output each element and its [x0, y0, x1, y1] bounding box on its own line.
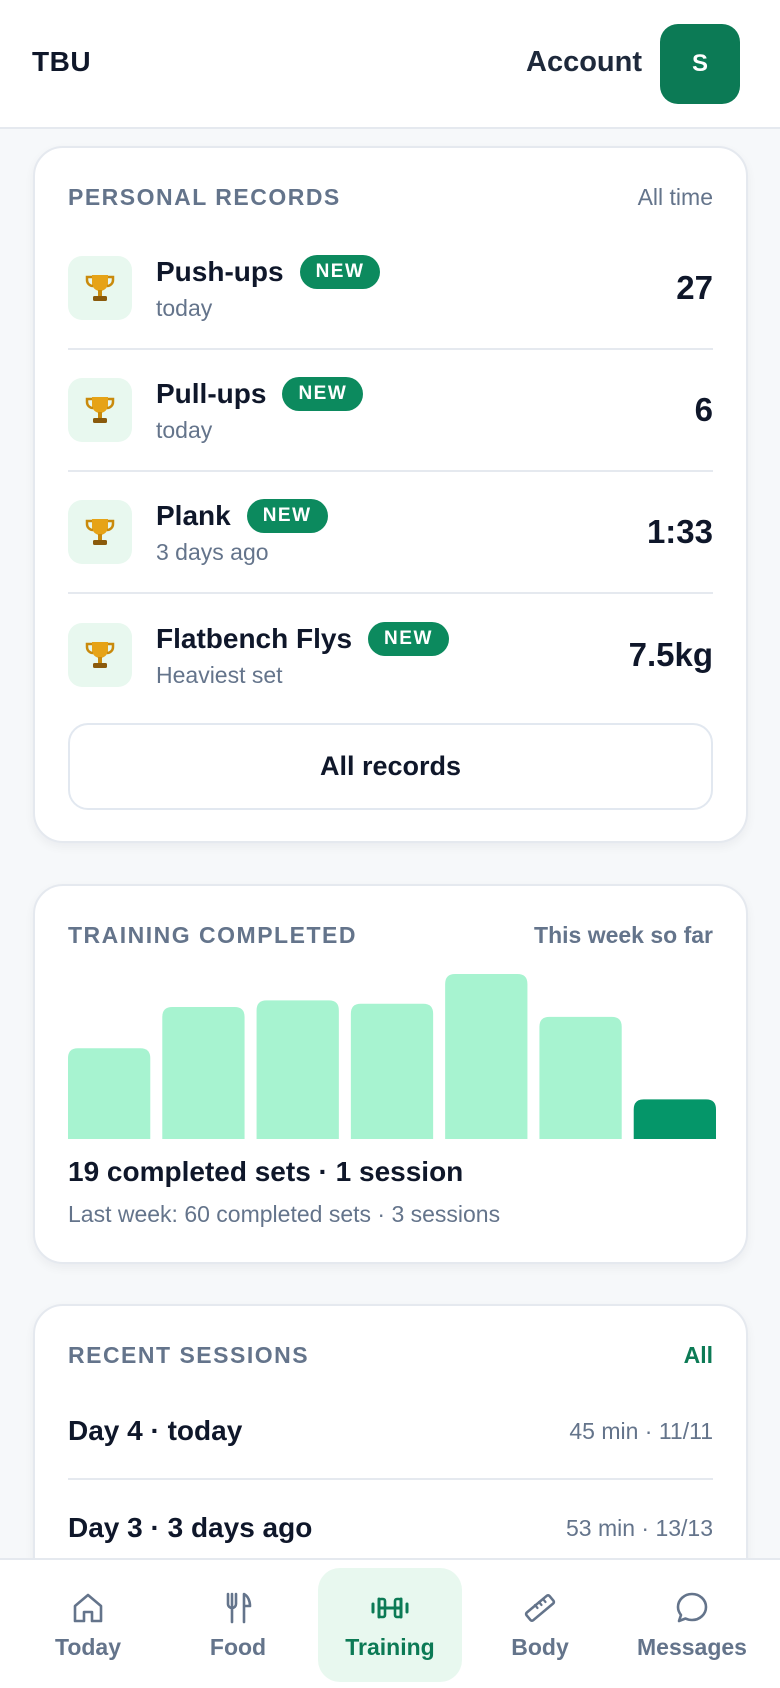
weekly-sets-chart	[68, 974, 716, 1139]
fork-knife-icon	[226, 1592, 252, 1623]
trophy-icon	[68, 256, 132, 320]
record-name: Push-ups	[156, 255, 284, 287]
sets-summary: 19 completed sets · 1 session	[68, 1156, 464, 1187]
nav-label: Body	[511, 1633, 569, 1660]
nav-label: Today	[54, 1633, 122, 1660]
session-meta: 45 min · 11/11	[569, 1417, 713, 1444]
record-value: 7.5kg	[628, 636, 713, 673]
record-text: Pull-ups NEW today	[156, 376, 695, 444]
nav-item-training[interactable]: Training	[318, 1568, 462, 1682]
record-name: Plank	[156, 499, 231, 531]
record-row[interactable]: Flatbench Flys NEW Heaviest set 7.5kg	[68, 594, 713, 716]
recent-sessions-title: RECENT SESSIONS	[68, 1341, 310, 1368]
dumbbell-icon	[371, 1597, 409, 1618]
record-text: Push-ups NEW today	[156, 254, 676, 322]
session-title: Day 4 · today	[68, 1415, 243, 1446]
session-meta: 53 min · 13/13	[565, 1514, 713, 1541]
record-value: 1:33	[646, 513, 713, 550]
weekly-sets-chart-svg	[68, 974, 716, 1139]
trophy-icon	[68, 623, 132, 687]
brand-logo[interactable]: TBU	[32, 46, 91, 78]
bottom-navigation: Today Food Training Body Messages	[0, 1558, 780, 1688]
record-name: Flatbench Flys	[156, 622, 353, 654]
record-row[interactable]: Plank NEW 3 days ago 1:33	[68, 472, 713, 594]
record-name: Pull-ups	[156, 377, 267, 409]
training-completed-title: TRAINING COMPLETED	[68, 921, 357, 948]
session-row[interactable]: Day 4 · today 45 min · 11/11	[68, 1384, 713, 1480]
record-value: 27	[676, 269, 713, 306]
last-week-summary: Last week: 60 completed sets · 3 session…	[68, 1201, 501, 1227]
chart-bar	[445, 974, 528, 1139]
chart-bar	[633, 1099, 716, 1139]
home-icon	[73, 1593, 103, 1622]
nav-label: Food	[209, 1633, 267, 1660]
training-period: This week so far	[534, 921, 713, 948]
avatar[interactable]: S	[660, 24, 740, 104]
personal-records-title: PERSONAL RECORDS	[68, 183, 341, 210]
chart-bar	[256, 1000, 339, 1139]
chart-bar	[162, 1007, 245, 1139]
message-icon	[676, 1592, 708, 1622]
personal-records-header: PERSONAL RECORDS All time	[68, 182, 713, 212]
personal-records-period: All time	[637, 183, 713, 210]
record-subtitle: today	[156, 416, 213, 443]
training-completed-header: TRAINING COMPLETED This week so far	[68, 920, 713, 950]
record-text: Plank NEW 3 days ago	[156, 498, 647, 566]
chart-bar	[539, 1016, 622, 1139]
trophy-icon	[68, 500, 132, 564]
account-label[interactable]: Account	[526, 46, 642, 79]
nav-label: Training	[345, 1633, 435, 1660]
new-badge: NEW	[282, 376, 364, 411]
all-records-button[interactable]: All records	[68, 723, 713, 810]
record-subtitle: 3 days ago	[156, 538, 269, 565]
nav-label: Messages	[637, 1633, 747, 1660]
chart-bar	[68, 1048, 151, 1139]
record-text: Flatbench Flys NEW Heaviest set	[156, 621, 629, 689]
record-subtitle: today	[156, 294, 213, 321]
trophy-icon	[68, 378, 132, 442]
personal-records-card: PERSONAL RECORDS All time Push-ups NEW t…	[33, 146, 748, 843]
ruler-icon	[524, 1593, 556, 1622]
record-row[interactable]: Pull-ups NEW today 6	[68, 350, 713, 472]
record-row[interactable]: Push-ups NEW today 27	[68, 228, 713, 350]
nav-item-body[interactable]: Body	[468, 1568, 612, 1682]
new-badge: NEW	[299, 254, 381, 289]
new-badge: NEW	[246, 498, 328, 533]
training-completed-card: TRAINING COMPLETED This week so far 19 c…	[33, 884, 748, 1264]
nav-item-messages[interactable]: Messages	[620, 1568, 764, 1682]
app-header: TBU Account S	[0, 0, 780, 129]
nav-item-food[interactable]: Food	[166, 1568, 310, 1682]
chart-bar	[350, 1003, 434, 1139]
record-value: 6	[694, 391, 713, 428]
record-subtitle: Heaviest set	[156, 661, 283, 688]
session-title: Day 3 · 3 days ago	[68, 1512, 313, 1543]
nav-item-today[interactable]: Today	[16, 1568, 160, 1682]
recent-sessions-header: RECENT SESSIONS All	[68, 1340, 713, 1370]
new-badge: NEW	[368, 621, 449, 656]
all-sessions-link[interactable]: All	[684, 1342, 713, 1369]
